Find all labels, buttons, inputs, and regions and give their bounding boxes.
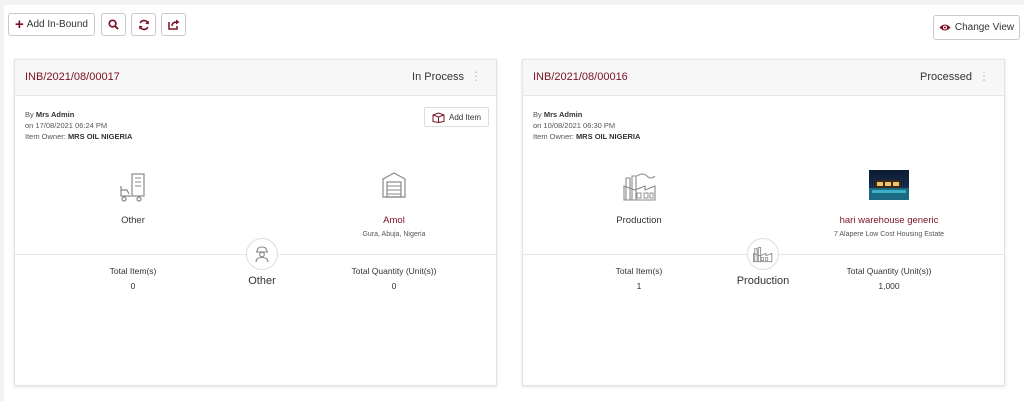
created-date: on 10/08/2021 06:30 PM [533, 121, 616, 130]
inbound-card[interactable]: INB/2021/08/00016 Processed ⋮ By Mrs Adm… [522, 59, 1005, 386]
refresh-icon [138, 19, 149, 30]
box-icon [432, 111, 445, 123]
more-options-icon[interactable]: ⋮ [470, 70, 482, 82]
vendor-icon [120, 173, 145, 202]
destination-address: Gura, Abuja, Nigeria [362, 231, 426, 238]
eye-icon [939, 24, 951, 31]
change-view-button[interactable]: Change View [933, 15, 1020, 40]
add-item-button[interactable]: Add Item [424, 107, 489, 127]
total-quantity-value: 1,000 [878, 281, 900, 291]
by-prefix: By [533, 110, 542, 119]
center-type-label: Production [736, 275, 790, 287]
item-owner: MRS OIL NIGERIA [67, 132, 133, 141]
by-prefix: By [25, 110, 34, 119]
add-inbound-button[interactable]: + Add In-Bound [8, 13, 95, 36]
created-by: Mrs Admin [35, 110, 75, 119]
more-options-icon[interactable]: ⋮ [978, 70, 990, 82]
add-inbound-label: Add In-Bound [26, 19, 88, 30]
export-icon [167, 19, 179, 30]
item-owner: MRS OIL NIGERIA [575, 132, 641, 141]
warehouse-icon [382, 172, 406, 198]
top-strip [0, 0, 1024, 4]
type-badge [246, 238, 278, 270]
factory-icon [753, 247, 773, 263]
destination-address: 7 Alapere Low Cost Housing Estate [833, 231, 945, 238]
created-date: on 17/08/2021 06:24 PM [25, 121, 108, 130]
source-label: Production [616, 215, 662, 226]
card-meta: By Mrs Admin on 10/08/2021 06:30 PM Item… [533, 109, 640, 142]
owner-prefix: Item Owner: [533, 132, 574, 141]
toolbar: + Add In-Bound Change View [4, 5, 1024, 47]
total-items-label: Total Item(s) [109, 266, 157, 276]
source-label: Other [121, 215, 145, 226]
card-header: INB/2021/08/00016 Processed ⋮ [523, 60, 1004, 96]
inbound-reference[interactable]: INB/2021/08/00016 [533, 71, 628, 83]
status-text: In Process [412, 71, 464, 83]
inbound-reference[interactable]: INB/2021/08/00017 [25, 71, 120, 83]
search-button[interactable] [101, 13, 126, 36]
change-view-label: Change View [954, 22, 1015, 33]
center-type-label: Other [248, 275, 276, 287]
total-items-value: 0 [130, 281, 136, 291]
export-button[interactable] [161, 13, 186, 36]
destination-name[interactable]: Amol [344, 215, 444, 226]
add-item-label: Add Item [448, 112, 481, 122]
total-quantity-label: Total Quantity (Unit(s)) [351, 266, 437, 276]
status-text: Processed [920, 71, 972, 83]
card-meta: By Mrs Admin on 17/08/2021 06:24 PM Item… [25, 109, 132, 142]
created-by: Mrs Admin [543, 110, 583, 119]
page: + Add In-Bound Change View INB/2021/08/0… [0, 0, 1024, 401]
type-badge [747, 238, 779, 270]
search-icon [108, 19, 119, 30]
warehouse-photo [869, 170, 909, 200]
inbound-card[interactable]: INB/2021/08/00017 In Process ⋮ By Mrs Ad… [14, 59, 497, 386]
refresh-button[interactable] [131, 13, 156, 36]
card-header: INB/2021/08/00017 In Process ⋮ [15, 60, 496, 96]
total-items-label: Total Item(s) [615, 266, 663, 276]
plus-icon: + [15, 16, 24, 33]
total-items-value: 1 [636, 281, 642, 291]
owner-prefix: Item Owner: [25, 132, 66, 141]
destination-name[interactable]: hari warehouse generic [814, 215, 964, 226]
total-quantity-label: Total Quantity (Unit(s)) [846, 266, 932, 276]
worker-icon [255, 246, 269, 263]
factory-icon [623, 173, 656, 201]
total-quantity-value: 0 [391, 281, 397, 291]
